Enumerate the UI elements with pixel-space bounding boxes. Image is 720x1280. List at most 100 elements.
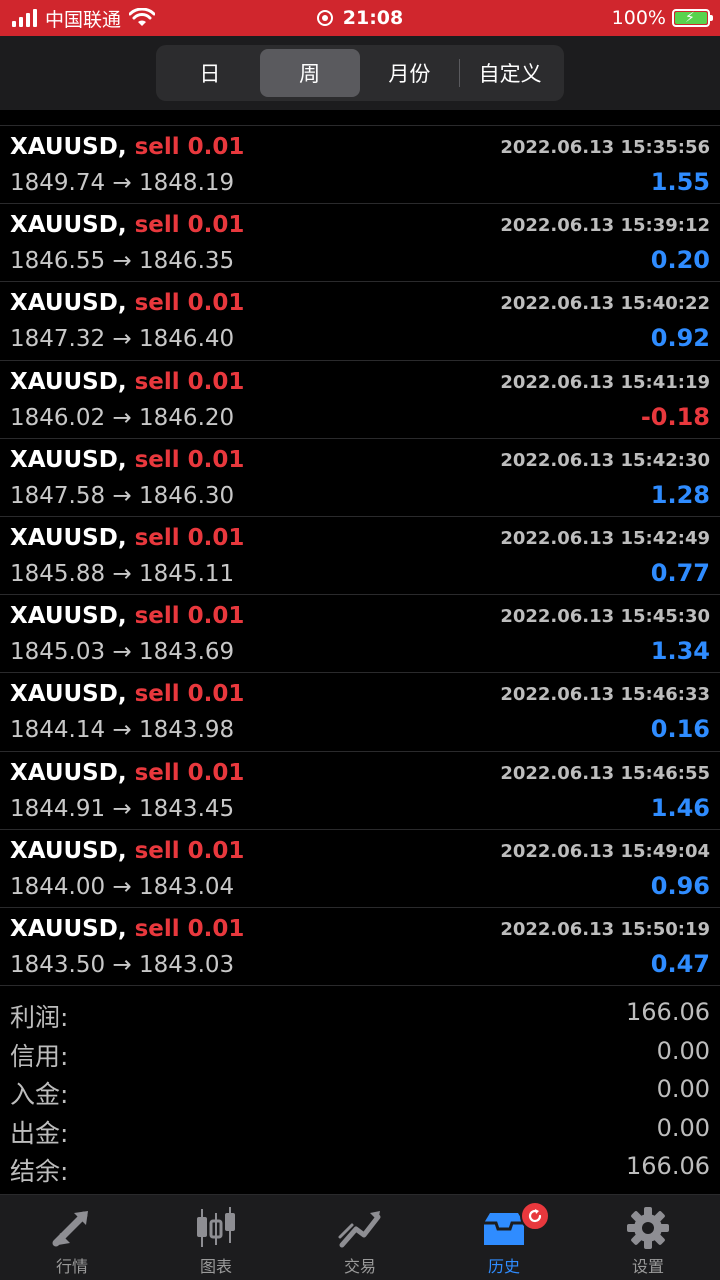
trade-prices: 1846.55 → 1846.35: [10, 248, 234, 274]
tab-settings[interactable]: 设置: [576, 1195, 720, 1280]
status-bar: 中国联通 21:08 100% ⚡: [0, 0, 720, 36]
trade-icon: [338, 1211, 381, 1248]
open-price: 1847.32: [10, 326, 106, 353]
trade-prices: 1844.14 → 1843.98: [10, 717, 234, 743]
arrow-icon: →: [112, 404, 132, 431]
summary-label: 出金:: [10, 1118, 69, 1148]
trade-time: 2022.06.13 15:41:19: [500, 371, 710, 393]
trade-row[interactable]: XAUUSD, sell 0.01 2022.06.13 15:42:30 1847…: [0, 439, 720, 517]
summary-row: 结余: 166.06: [0, 1148, 720, 1187]
period-tab-label: 自定义: [478, 62, 542, 86]
trade-time: 2022.06.13 15:49:04: [500, 840, 710, 862]
period-tab-day[interactable]: 日: [160, 49, 260, 97]
trade-symbol-line: XAUUSD, sell 0.01: [10, 290, 244, 316]
trade-symbol: XAUUSD,: [10, 603, 127, 630]
trade-profit: 1.34: [650, 637, 710, 666]
tab-history[interactable]: 历史: [432, 1195, 576, 1280]
open-price: 1846.02: [10, 404, 106, 431]
trade-time: 2022.06.13 15:42:49: [500, 527, 710, 549]
open-price: 1847.58: [10, 482, 106, 509]
trade-row[interactable]: XAUUSD, sell 0.01 2022.06.13 15:40:22 1847…: [0, 282, 720, 361]
period-segmented-control: 日 周 月份 自定义: [156, 45, 564, 101]
tab-charts[interactable]: 图表: [144, 1195, 288, 1280]
trade-side: sell 0.01: [134, 134, 245, 160]
trade-symbol: XAUUSD,: [10, 681, 127, 708]
summary-row: 信用: 0.00: [0, 1033, 720, 1072]
arrow-icon: →: [112, 795, 132, 822]
partial-trade-row: [0, 110, 720, 126]
trade-symbol-line: XAUUSD, sell 0.01: [10, 838, 244, 864]
trade-row[interactable]: XAUUSD, sell 0.01 2022.06.13 15:35:56 1849…: [0, 126, 720, 205]
trade-symbol: XAUUSD,: [10, 368, 127, 395]
close-price: 1843.04: [139, 873, 235, 900]
trade-time: 2022.06.13 15:50:19: [500, 918, 710, 940]
summary-label: 结余:: [10, 1157, 69, 1187]
trade-time: 2022.06.13 15:40:22: [500, 293, 710, 315]
arrow-icon: →: [112, 873, 132, 900]
trade-time: 2022.06.13 15:35:56: [500, 137, 710, 158]
status-right: 100% ⚡: [612, 0, 713, 36]
open-price: 1846.55: [10, 248, 106, 275]
trade-row[interactable]: XAUUSD, sell 0.01 2022.06.13 15:46:33 1844…: [0, 673, 720, 752]
trade-row[interactable]: XAUUSD, sell 0.01 2022.06.13 15:49:04 1844…: [0, 830, 720, 908]
open-price: 1844.00: [10, 873, 106, 900]
tab-label: 设置: [631, 1257, 664, 1276]
trade-symbol-line: XAUUSD, sell 0.01: [10, 760, 244, 786]
trade-symbol-line: XAUUSD, sell 0.01: [10, 525, 244, 551]
arrow-icon: →: [112, 248, 132, 275]
close-price: 1843.98: [139, 717, 235, 744]
arrow-icon: →: [112, 170, 132, 196]
period-tab-week[interactable]: 周: [259, 49, 360, 97]
refresh-icon: [528, 1209, 542, 1223]
trade-profit: 0.20: [650, 246, 710, 275]
close-price: 1843.69: [139, 639, 235, 666]
trade-side: sell 0.01: [134, 212, 245, 239]
period-tab-custom[interactable]: 自定义: [460, 49, 560, 97]
trade-side: sell 0.01: [134, 290, 245, 317]
trade-side: sell 0.01: [134, 837, 245, 864]
trade-time: 2022.06.13 15:39:12: [500, 215, 710, 237]
close-price: 1846.30: [139, 482, 235, 509]
tab-label: 交易: [343, 1257, 376, 1276]
close-price: 1846.35: [139, 248, 235, 275]
tab-label: 历史: [487, 1257, 520, 1276]
trade-prices: 1845.88 → 1845.11: [10, 561, 234, 587]
trade-row[interactable]: XAUUSD, sell 0.01 2022.06.13 15:39:12 1846…: [0, 204, 720, 283]
trade-row[interactable]: XAUUSD, sell 0.01 2022.06.13 15:42:49 1845…: [0, 517, 720, 596]
summary-value: 166.06: [626, 998, 710, 1026]
trade-side: sell 0.01: [134, 446, 245, 473]
summary-row: 利润: 166.06: [0, 994, 720, 1033]
period-tab-label: 周: [299, 62, 321, 86]
trade-row[interactable]: XAUUSD, sell 0.01 2022.06.13 15:41:19 1846…: [0, 361, 720, 439]
close-price: 1846.20: [139, 404, 235, 431]
clock: 21:08: [342, 7, 404, 29]
trade-symbol: XAUUSD,: [10, 759, 127, 786]
trade-time: 2022.06.13 15:42:30: [500, 449, 710, 471]
tab-trade[interactable]: 交易: [288, 1195, 432, 1280]
period-header: 日 周 月份 自定义: [0, 36, 720, 110]
trade-prices: 1847.32 → 1846.40: [10, 326, 234, 352]
tab-quotes[interactable]: 行情: [0, 1195, 144, 1280]
battery-icon: ⚡: [672, 9, 713, 27]
open-price: 1844.91: [10, 795, 106, 822]
summary-row: 出金: 0.00: [0, 1110, 720, 1149]
trade-symbol-line: XAUUSD, sell 0.01: [10, 212, 244, 238]
summary-label: 利润:: [10, 1003, 69, 1032]
arrow-icon: →: [112, 639, 132, 666]
summary-row: 入金: 0.00: [0, 1071, 720, 1110]
summary-value: 166.06: [626, 1152, 710, 1181]
history-update-badge: [520, 1201, 550, 1231]
period-tab-month[interactable]: 月份: [360, 49, 460, 97]
trade-prices: 1845.03 → 1843.69: [10, 639, 234, 665]
summary-value: 0.00: [656, 1036, 710, 1065]
trade-row[interactable]: XAUUSD, sell 0.01 2022.06.13 15:50:19 1843…: [0, 908, 720, 986]
open-price: 1845.88: [10, 560, 106, 587]
trade-row[interactable]: XAUUSD, sell 0.01 2022.06.13 15:46:55 1844…: [0, 752, 720, 830]
trade-time: 2022.06.13 15:46:55: [500, 762, 710, 784]
bottom-tab-bar: 行情 图表 交易 历史 设置: [0, 1194, 720, 1280]
trade-row[interactable]: XAUUSD, sell 0.01 2022.06.13 15:45:30 1845…: [0, 595, 720, 674]
period-tab-label: 月份: [388, 62, 431, 86]
trade-side: sell 0.01: [134, 368, 245, 395]
open-price: 1843.50: [10, 951, 106, 978]
trade-history-list[interactable]: XAUUSD, sell 0.01 2022.06.13 15:35:56 1849…: [0, 110, 720, 986]
